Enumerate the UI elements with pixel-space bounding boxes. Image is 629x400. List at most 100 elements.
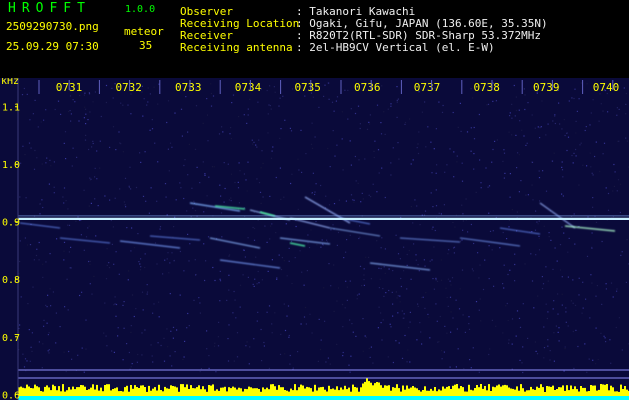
noise-dot [167, 346, 169, 348]
noise-dot [545, 190, 548, 192]
noise-dot [578, 277, 580, 279]
noise-dot [572, 162, 574, 164]
noise-dot [586, 255, 589, 257]
noise-dot [50, 305, 52, 307]
noise-dot [346, 239, 348, 241]
noise-dot [422, 296, 424, 298]
noise-dot [131, 363, 133, 365]
level-bin [488, 384, 490, 396]
noise-dot [206, 348, 208, 350]
noise-dot [168, 170, 170, 172]
level-bin [70, 389, 72, 396]
noise-dot [91, 146, 93, 148]
noise-dot [128, 186, 130, 189]
noise-dot [449, 280, 451, 282]
noise-dot [176, 329, 178, 331]
noise-dot [218, 321, 220, 323]
noise-dot [546, 317, 548, 320]
level-bin [38, 387, 40, 396]
noise-dot [589, 317, 591, 319]
noise-dot [621, 251, 623, 253]
noise-dot [230, 197, 232, 199]
noise-dot [168, 272, 170, 274]
level-bin [304, 388, 306, 396]
noise-dot [224, 187, 226, 190]
noise-dot [92, 142, 94, 145]
level-bin [438, 389, 440, 396]
level-bin [248, 386, 250, 396]
noise-dot [188, 143, 190, 145]
level-bin [212, 384, 214, 396]
level-bin [552, 385, 554, 396]
noise-dot [404, 121, 407, 124]
noise-dot [568, 100, 570, 102]
noise-dot [547, 311, 549, 313]
noise-dot [130, 113, 132, 115]
noise-dot [210, 92, 212, 95]
noise-dot [573, 97, 575, 100]
noise-dot [435, 172, 437, 174]
noise-dot [260, 328, 262, 331]
noise-dot [258, 282, 260, 284]
noise-dot [471, 268, 473, 270]
level-bin [392, 387, 394, 396]
noise-dot [191, 187, 193, 189]
noise-dot [222, 131, 224, 133]
level-bin [440, 390, 442, 396]
level-bin [178, 391, 180, 396]
noise-dot [509, 112, 511, 114]
noise-dot [618, 317, 620, 319]
noise-dot [378, 267, 380, 269]
noise-dot [360, 201, 362, 203]
noise-dot [441, 350, 443, 352]
noise-dot [268, 104, 270, 106]
level-bin [480, 384, 482, 396]
noise-dot [502, 283, 504, 285]
noise-dot [358, 293, 360, 295]
noise-dot [547, 123, 549, 125]
noise-dot [493, 285, 495, 287]
noise-dot [152, 312, 154, 314]
level-bin [128, 391, 130, 396]
level-bin [354, 387, 356, 396]
noise-dot [249, 98, 251, 100]
level-bin [256, 388, 258, 396]
noise-dot [65, 158, 67, 160]
level-bin [600, 384, 602, 396]
noise-dot [616, 190, 618, 192]
noise-dot [354, 155, 356, 158]
noise-dot [535, 210, 537, 212]
noise-dot [167, 252, 169, 254]
noise-dot [122, 304, 124, 306]
noise-dot [359, 236, 361, 238]
level-bin [236, 389, 238, 396]
level-bin [592, 385, 594, 396]
noise-dot [515, 96, 517, 98]
level-bin [326, 391, 328, 396]
level-bin [578, 391, 580, 396]
time-tick-label: 0739 [533, 81, 560, 94]
noise-dot [531, 280, 534, 282]
noise-dot [54, 108, 56, 111]
noise-dot [444, 325, 446, 327]
noise-dot [157, 342, 159, 344]
noise-dot [140, 161, 142, 163]
noise-dot [565, 321, 567, 323]
noise-dot [187, 312, 189, 315]
noise-dot [438, 341, 440, 343]
level-bin [72, 386, 74, 396]
noise-dot [94, 91, 96, 93]
file-name: 2509290730.png [6, 20, 99, 33]
noise-dot [258, 182, 261, 184]
noise-dot [363, 284, 365, 286]
noise-dot [55, 312, 57, 314]
noise-dot [247, 276, 249, 278]
noise-dot [227, 360, 230, 362]
noise-dot [389, 323, 391, 325]
y-tick-label: 1.1 [2, 103, 20, 114]
spectrogram-background [0, 78, 629, 400]
noise-dot [194, 148, 197, 150]
noise-dot [496, 139, 498, 141]
noise-dot [555, 325, 557, 327]
noise-dot [237, 181, 239, 183]
